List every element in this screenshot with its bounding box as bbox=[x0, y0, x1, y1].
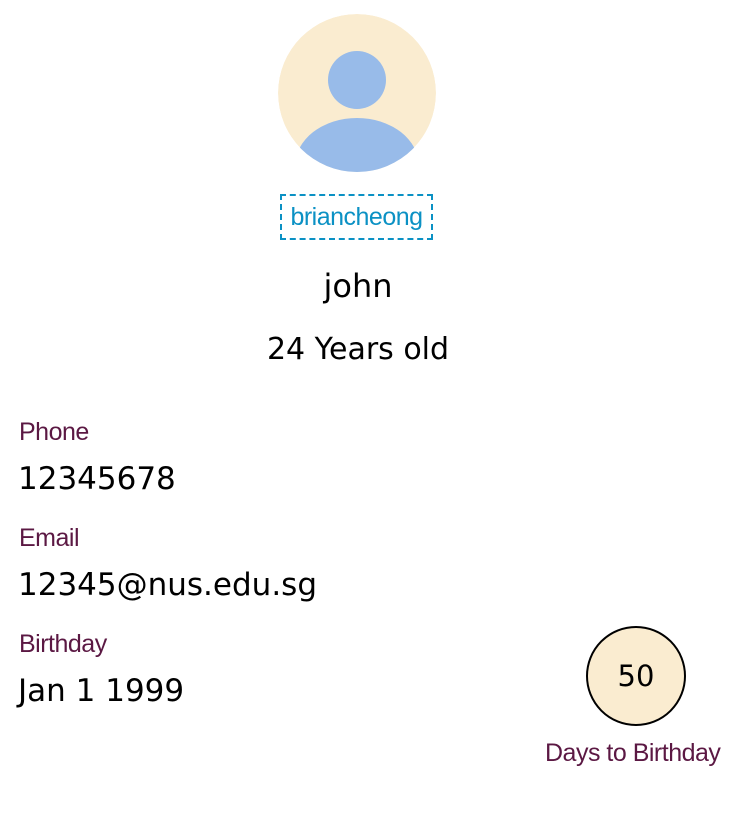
profile-name: john bbox=[323, 267, 393, 305]
phone-value: 12345678 bbox=[18, 461, 176, 497]
avatar bbox=[278, 14, 436, 172]
birthday-label: Birthday bbox=[19, 630, 107, 658]
birthday-countdown-label: Days to Birthday bbox=[545, 739, 721, 767]
birthday-countdown-badge: 50 bbox=[586, 626, 686, 726]
email-value: 12345@nus.edu.sg bbox=[18, 567, 317, 603]
birthday-value: Jan 1 1999 bbox=[18, 673, 185, 709]
username-link[interactable]: briancheong bbox=[280, 194, 433, 240]
email-label: Email bbox=[19, 524, 80, 552]
user-avatar-icon bbox=[278, 14, 436, 172]
phone-label: Phone bbox=[19, 418, 89, 446]
profile-age: 24 Years old bbox=[266, 332, 450, 367]
